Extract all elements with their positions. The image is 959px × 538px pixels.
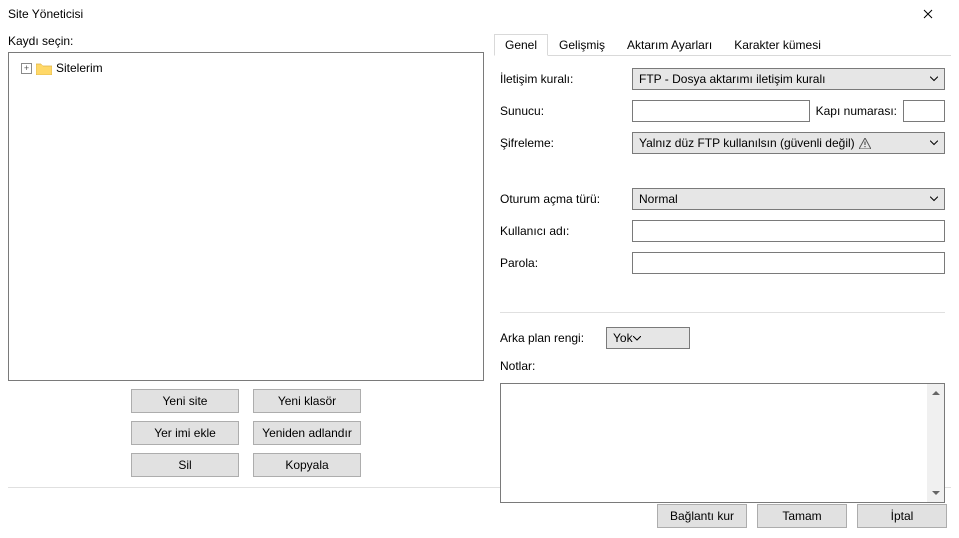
row-encryption: Şifreleme: Yalnız düz FTP kullanılsın (g… (500, 132, 945, 154)
general-panel: İletişim kuralı: FTP - Dosya aktarımı il… (494, 56, 951, 511)
tab-general-label: Genel (505, 38, 537, 52)
encryption-label: Şifreleme: (500, 136, 626, 150)
delete-button[interactable]: Sil (131, 453, 239, 477)
user-input[interactable] (632, 220, 945, 242)
protocol-value: FTP - Dosya aktarımı iletişim kuralı (639, 72, 825, 86)
select-record-label: Kaydı seçin: (8, 34, 484, 48)
bookmark-button[interactable]: Yer imi ekle (131, 421, 239, 445)
pass-label: Parola: (500, 256, 626, 270)
chevron-down-icon (930, 197, 938, 202)
tab-transfer[interactable]: Aktarım Ayarları (616, 34, 723, 56)
notes-label: Notlar: (500, 359, 945, 373)
tab-transfer-label: Aktarım Ayarları (627, 38, 712, 52)
row-host: Sunucu: Kapı numarası: (500, 100, 945, 122)
chevron-down-icon (930, 77, 938, 82)
row-logon: Oturum açma türü: Normal (500, 188, 945, 210)
scroll-up-icon[interactable] (927, 384, 944, 401)
warning-icon (859, 138, 871, 149)
tree-root-label: Sitelerim (56, 60, 103, 76)
bgcolor-label: Arka plan rengi: (500, 331, 600, 345)
tab-advanced[interactable]: Gelişmiş (548, 34, 616, 56)
tab-charset[interactable]: Karakter kümesi (723, 34, 832, 56)
encryption-value-wrap: Yalnız düz FTP kullanılsın (güvenli deği… (639, 136, 871, 150)
row-protocol: İletişim kuralı: FTP - Dosya aktarımı il… (500, 68, 945, 90)
host-label: Sunucu: (500, 104, 626, 118)
bgcolor-value: Yok (613, 331, 633, 345)
tab-advanced-label: Gelişmiş (559, 38, 605, 52)
gap (500, 164, 945, 178)
connect-button[interactable]: Bağlantı kur (657, 504, 747, 528)
left-column: Kaydı seçin: + Sitelerim Yeni site Yeni … (8, 34, 484, 477)
titlebar: Site Yöneticisi (0, 0, 959, 28)
tree-root-row[interactable]: + Sitelerim (13, 59, 479, 77)
scroll-down-icon[interactable] (927, 485, 944, 502)
pass-input[interactable] (632, 252, 945, 274)
logon-label: Oturum açma türü: (500, 192, 626, 206)
upper-area: Kaydı seçin: + Sitelerim Yeni site Yeni … (8, 34, 951, 477)
port-label: Kapı numarası: (816, 104, 897, 118)
bgcolor-select[interactable]: Yok (606, 327, 690, 349)
left-buttons: Yeni site Yeni klasör Yer imi ekle Yenid… (8, 389, 484, 477)
new-site-button[interactable]: Yeni site (131, 389, 239, 413)
protocol-select[interactable]: FTP - Dosya aktarımı iletişim kuralı (632, 68, 945, 90)
scrollbar[interactable] (927, 384, 944, 502)
tab-charset-label: Karakter kümesi (734, 38, 821, 52)
titlebar-buttons (905, 0, 951, 28)
tab-bar: Genel Gelişmiş Aktarım Ayarları Karakter… (494, 34, 951, 56)
port-wrap: Kapı numarası: (816, 100, 945, 122)
copy-button[interactable]: Kopyala (253, 453, 361, 477)
close-button[interactable] (905, 0, 951, 28)
cancel-button[interactable]: İptal (857, 504, 947, 528)
encryption-value: Yalnız düz FTP kullanılsın (güvenli deği… (639, 136, 855, 150)
new-folder-button[interactable]: Yeni klasör (253, 389, 361, 413)
notes-textarea[interactable] (500, 383, 945, 503)
logon-value: Normal (639, 192, 678, 206)
chevron-down-icon (633, 336, 641, 341)
logon-select[interactable]: Normal (632, 188, 945, 210)
protocol-label: İletişim kuralı: (500, 72, 626, 86)
row-user: Kullanıcı adı: (500, 220, 945, 242)
tab-general[interactable]: Genel (494, 34, 548, 56)
site-tree[interactable]: + Sitelerim (8, 52, 484, 381)
window-title: Site Yöneticisi (8, 7, 83, 21)
port-input[interactable] (903, 100, 945, 122)
ok-button[interactable]: Tamam (757, 504, 847, 528)
user-label: Kullanıcı adı: (500, 224, 626, 238)
right-column: Genel Gelişmiş Aktarım Ayarları Karakter… (494, 34, 951, 477)
content: Kaydı seçin: + Sitelerim Yeni site Yeni … (0, 28, 959, 538)
row-pass: Parola: (500, 252, 945, 274)
row-bgcolor: Arka plan rengi: Yok (500, 327, 945, 349)
rename-button[interactable]: Yeniden adlandır (253, 421, 361, 445)
folder-icon (36, 62, 52, 75)
encryption-select[interactable]: Yalnız düz FTP kullanılsın (güvenli deği… (632, 132, 945, 154)
host-input[interactable] (632, 100, 810, 122)
chevron-down-icon (930, 141, 938, 146)
expander-icon[interactable]: + (21, 63, 32, 74)
divider (500, 312, 945, 313)
